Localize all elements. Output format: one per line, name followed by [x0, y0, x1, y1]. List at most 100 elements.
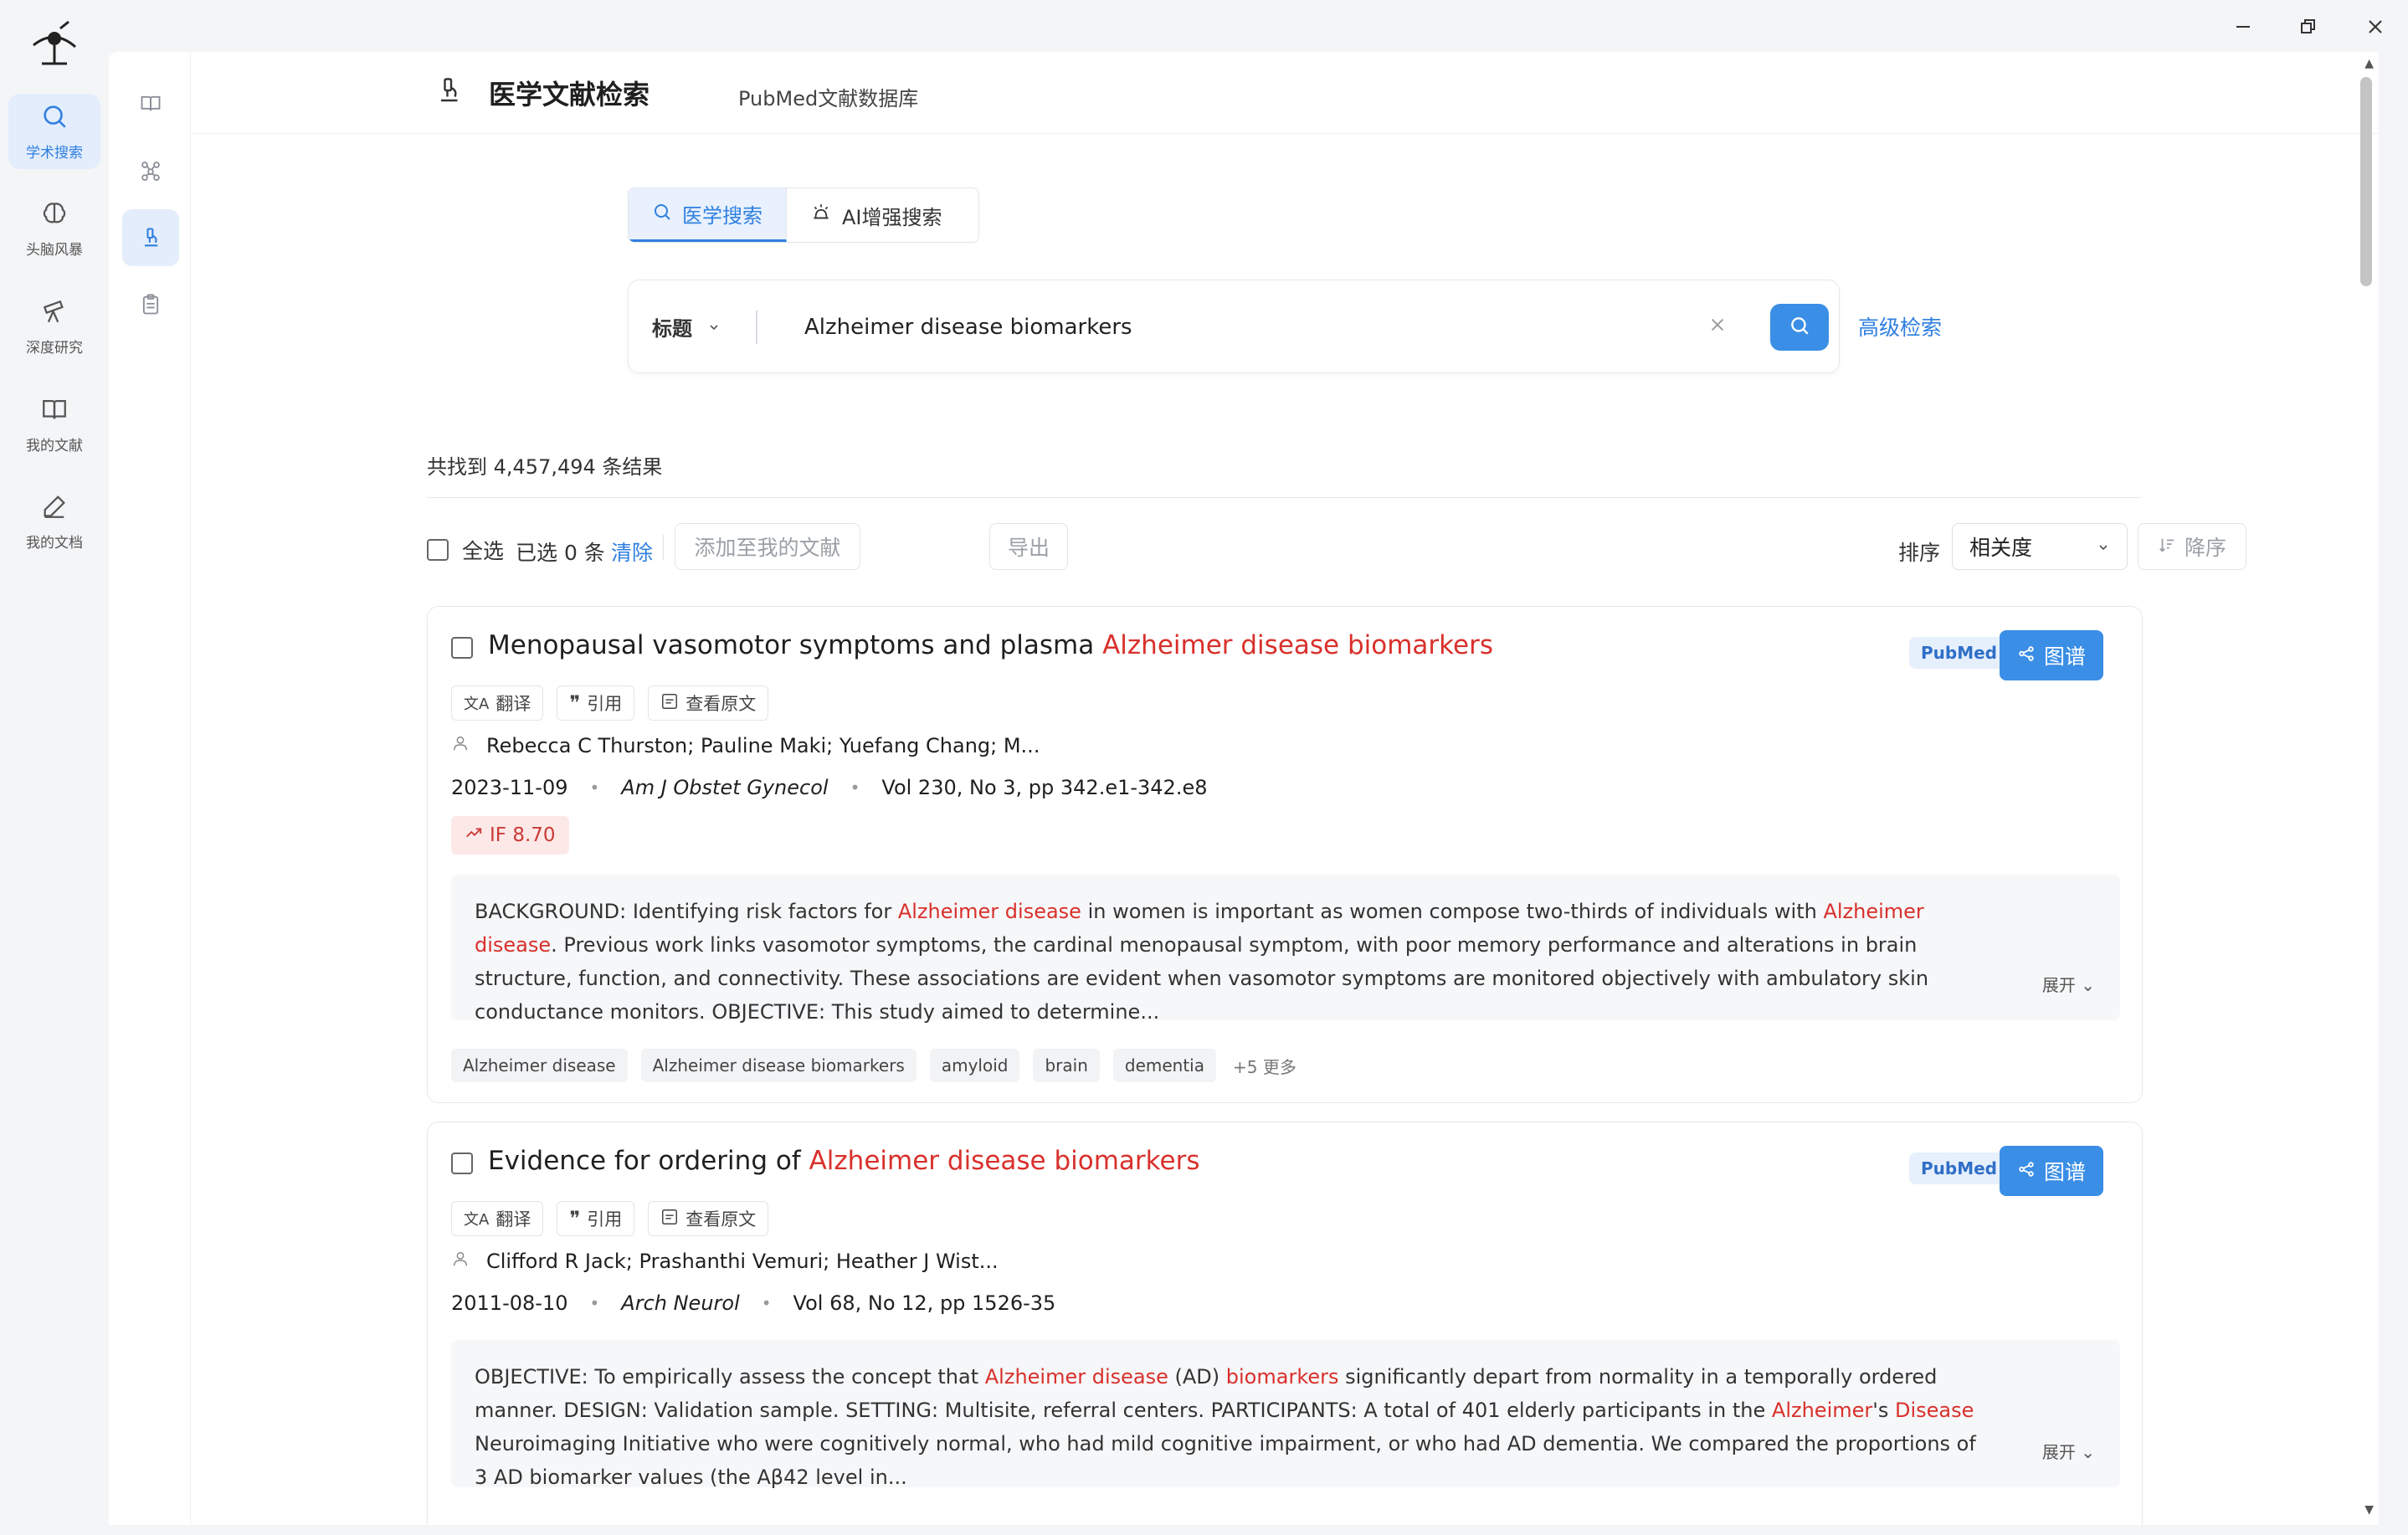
graph-icon[interactable] — [122, 142, 179, 199]
nav-item-academic-search[interactable]: 学术搜索 — [8, 94, 100, 169]
vertical-scrollbar[interactable]: ▲ ▼ — [2354, 52, 2379, 1525]
scroll-down-arrow-icon[interactable]: ▼ — [2364, 1503, 2374, 1517]
tab-medical-search[interactable]: 医学搜索 — [629, 188, 787, 242]
export-button[interactable]: 导出 — [989, 523, 1068, 570]
abstract-run: in women is important as women compose t… — [1081, 900, 1824, 923]
checkbox[interactable] — [427, 539, 449, 561]
authors-text: Clifford R Jack; Prashanthi Vemuri; Heat… — [486, 1250, 999, 1273]
search-mode-tabs: 医学搜索 AI增强搜索 — [628, 187, 979, 243]
title-highlight: Alzheimer disease biomarkers — [809, 1146, 1200, 1176]
article-checkbox[interactable] — [451, 637, 473, 659]
clear-search-icon[interactable] — [1708, 312, 1727, 340]
translate-icon: 文A — [464, 696, 490, 713]
search-field-select[interactable]: 标题 — [652, 312, 721, 341]
pub-date: 2023-11-09 — [451, 776, 568, 799]
quote-icon: ❞ — [569, 691, 581, 715]
tab-label: 医学搜索 — [682, 204, 762, 228]
search-box: 标题 — [628, 280, 1840, 373]
article-checkbox[interactable] — [451, 1153, 473, 1174]
translate-button[interactable]: 文A 翻译 — [451, 685, 544, 721]
brain-icon — [40, 199, 69, 231]
result-count: 共找到 4,457,494 条结果 — [427, 455, 663, 479]
article-meta: 2023-11-09 • Am J Obstet Gynecol • Vol 2… — [451, 776, 1208, 799]
abstract-run: . Previous work links vasomotor symptoms… — [475, 933, 1929, 1024]
nav-label: 头脑风暴 — [26, 241, 83, 259]
expand-button[interactable]: 展开 ⌄ — [2042, 1435, 2095, 1469]
minimize-button[interactable] — [2218, 10, 2268, 44]
article-title[interactable]: Evidence for ordering of Alzheimer disea… — [488, 1146, 1200, 1176]
open-book-icon[interactable] — [122, 75, 179, 132]
search-button[interactable] — [1770, 304, 1829, 351]
article-authors: Rebecca C Thurston; Pauline Maki; Yuefan… — [451, 734, 1040, 757]
view-original-button[interactable]: 查看原文 — [648, 1201, 769, 1236]
clipboard-icon[interactable] — [122, 276, 179, 333]
nav-item-deep-research[interactable]: 深度研究 — [8, 289, 100, 364]
select-all-label: 全选 — [462, 539, 505, 563]
separator-dot: • — [850, 778, 860, 798]
chevron-down-icon — [707, 316, 721, 339]
pub-date: 2011-08-10 — [451, 1291, 568, 1315]
chevron-down-icon — [2097, 535, 2110, 559]
keyword-tag[interactable]: brain — [1033, 1049, 1100, 1082]
article-card: Evidence for ordering of Alzheimer disea… — [427, 1122, 2143, 1525]
abstract-highlight: Alzheimer — [1771, 1399, 1873, 1422]
search-input[interactable] — [804, 304, 1692, 351]
graph-button[interactable]: 图谱 — [2000, 630, 2103, 680]
search-icon — [652, 202, 672, 227]
view-original-button[interactable]: 查看原文 — [648, 685, 769, 721]
results-toolbar: 全选 已选 0 条 清除 添加至我的文献 导出 排序 相关度 降序 — [427, 523, 2246, 570]
expand-button[interactable]: 展开 ⌄ — [2042, 968, 2095, 1002]
book-icon — [40, 395, 69, 427]
keyword-tags: Alzheimer disease Alzheimer disease biom… — [451, 1049, 1296, 1082]
abstract-run: BACKGROUND: Identifying risk factors for — [475, 900, 898, 923]
microscope-icon[interactable] — [122, 209, 179, 266]
telescope-icon — [40, 297, 69, 329]
translate-label: 翻译 — [495, 694, 531, 714]
translate-button[interactable]: 文A 翻译 — [451, 1201, 544, 1236]
nav-label: 我的文档 — [26, 534, 83, 552]
scroll-up-arrow-icon[interactable]: ▲ — [2364, 57, 2374, 70]
divider — [663, 535, 664, 560]
sort-order-label: 降序 — [2184, 536, 2226, 560]
tab-ai-search[interactable]: AI增强搜索 — [787, 188, 966, 242]
article-abstract: OBJECTIVE: To empirically assess the con… — [451, 1340, 2120, 1489]
tab-label: AI增强搜索 — [842, 205, 942, 229]
add-to-library-button[interactable]: 添加至我的文献 — [675, 523, 860, 570]
nav-item-brainstorm[interactable]: 头脑风暴 — [8, 191, 100, 266]
article-title[interactable]: Menopausal vasomotor symptoms and plasma… — [488, 630, 1493, 660]
title-highlight: Alzheimer disease biomarkers — [1102, 630, 1493, 660]
page-header: 医学文献检索 PubMed文献数据库 — [191, 52, 2379, 134]
cite-button[interactable]: ❞ 引用 — [557, 1201, 635, 1236]
abstract-highlight: Alzheimer disease — [984, 1365, 1168, 1389]
abstract-highlight: biomarkers — [1225, 1365, 1339, 1389]
keyword-tag[interactable]: dementia — [1112, 1049, 1216, 1082]
pdf-icon — [660, 692, 679, 715]
sort-order-button[interactable]: 降序 — [2138, 523, 2246, 570]
title-text: Menopausal vasomotor symptoms and plasma — [488, 630, 1103, 660]
trending-up-icon — [465, 824, 483, 847]
cite-label: 引用 — [587, 694, 623, 714]
keyword-tag[interactable]: Alzheimer disease — [451, 1049, 628, 1082]
volume-info: Vol 230, No 3, pp 342.e1-342.e8 — [881, 776, 1208, 799]
clear-selection-link[interactable]: 清除 — [611, 536, 653, 567]
view-original-label: 查看原文 — [685, 694, 757, 714]
scroll-thumb[interactable] — [2360, 77, 2372, 286]
nav-item-my-documents[interactable]: 我的文档 — [8, 484, 100, 559]
impact-factor-value: IF 8.70 — [490, 824, 556, 846]
nav-label: 深度研究 — [26, 339, 83, 357]
more-tags-link[interactable]: +5 更多 — [1230, 1054, 1296, 1078]
sort-select[interactable]: 相关度 — [1952, 523, 2128, 570]
select-all-checkbox[interactable]: 全选 — [427, 535, 504, 565]
graph-button[interactable]: 图谱 — [2000, 1146, 2103, 1196]
close-button[interactable] — [2350, 10, 2400, 44]
nav-item-my-literature[interactable]: 我的文献 — [8, 387, 100, 462]
keyword-tag[interactable]: amyloid — [929, 1049, 1020, 1082]
authors-text: Rebecca C Thurston; Pauline Maki; Yuefan… — [486, 734, 1040, 757]
abstract-text: BACKGROUND: Identifying risk factors for… — [475, 900, 1928, 1024]
nav-label: 学术搜索 — [26, 144, 83, 162]
advanced-search-link[interactable]: 高级检索 — [1858, 311, 1942, 341]
cite-button[interactable]: ❞ 引用 — [557, 685, 635, 721]
keyword-tag[interactable]: Alzheimer disease biomarkers — [640, 1049, 916, 1082]
volume-info: Vol 68, No 12, pp 1526-35 — [793, 1291, 1056, 1315]
restore-button[interactable] — [2283, 10, 2334, 44]
